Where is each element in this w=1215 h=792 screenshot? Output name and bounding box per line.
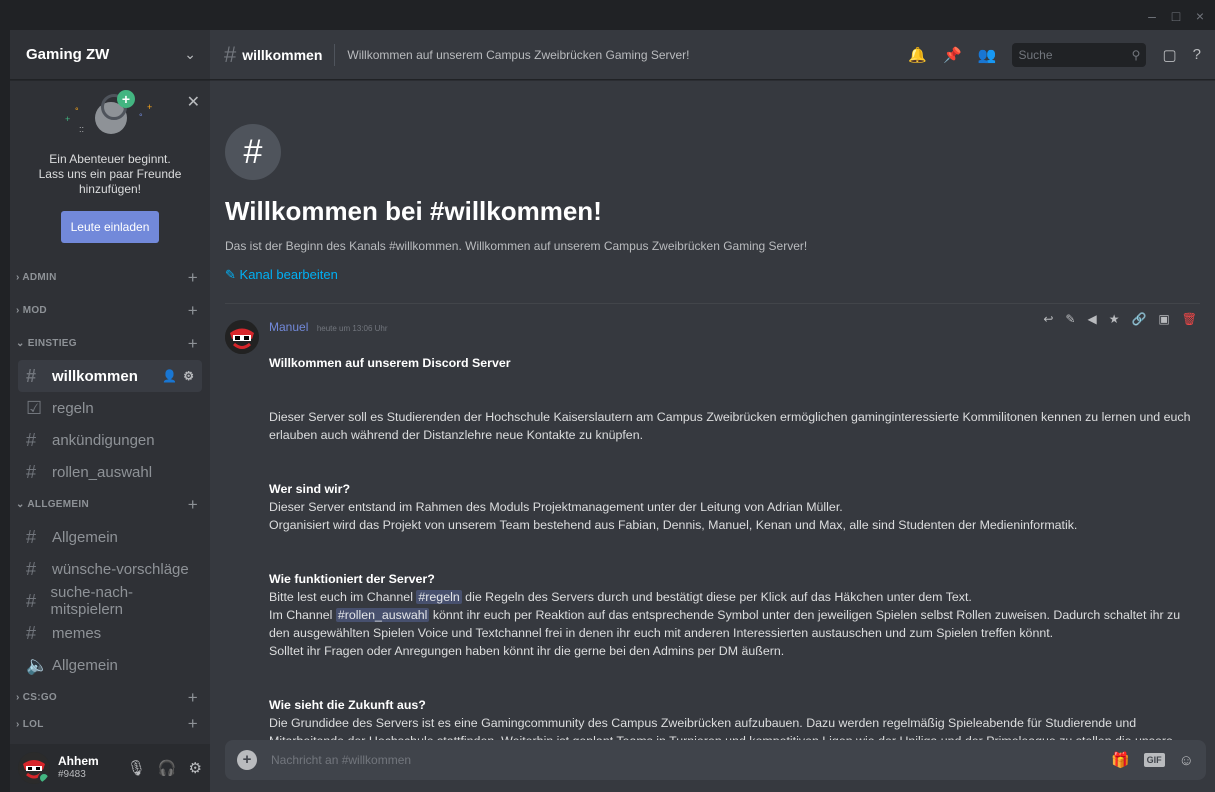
hash-icon: #	[26, 590, 37, 611]
rules-icon: ☑	[26, 397, 43, 418]
channel-willkommen[interactable]: # willkommen 👤 ⚙	[18, 360, 202, 392]
window-controls: – □ ×	[1145, 8, 1207, 24]
edit-icon[interactable]: ✎	[1065, 312, 1075, 326]
hash-icon: #	[224, 41, 237, 67]
username: Ahhem	[58, 754, 99, 768]
invite-illustration: + ° :: ° + +	[65, 90, 153, 134]
microphone-icon[interactable]: 🎙	[127, 759, 146, 777]
welcome-title: Willkommen bei #willkommen!	[225, 196, 602, 226]
user-tag: #9483	[58, 769, 86, 780]
message: ↩ ✎ ◀ ★ 🔗 ▣ 🗑 Manuel heute um 13:06 Uhr …	[210, 308, 1215, 792]
megaphone-icon[interactable]: ◀	[1087, 312, 1096, 326]
invite-user-icon[interactable]: 👤	[162, 369, 177, 383]
headphones-icon[interactable]: 🎧	[158, 759, 177, 777]
channel-title: willkommen	[242, 46, 323, 63]
gift-icon[interactable]: 🎁	[1111, 751, 1130, 769]
edit-channel-link[interactable]: ✎ Kanal bearbeiten	[225, 267, 1215, 283]
channel-sidebar: Gaming ZW ⌄ ✕ + ° :: ° + + Ein Abenteuer…	[10, 30, 210, 792]
category-mod[interactable]: › MOD +	[10, 294, 210, 327]
search-icon: ⚲	[1131, 47, 1141, 62]
trash-icon[interactable]: 🗑	[1182, 312, 1197, 326]
user-panel: Ahhem #9483 🎙 🎧 ⚙	[10, 744, 210, 792]
add-friend-icon: +	[117, 90, 135, 108]
add-channel-icon[interactable]: +	[188, 688, 198, 708]
category-lol[interactable]: › LOL +	[10, 714, 210, 734]
chevron-down-icon: ⌄	[184, 46, 196, 62]
close-icon[interactable]: ✕	[187, 92, 200, 112]
add-channel-icon[interactable]: +	[188, 714, 198, 734]
emoji-icon[interactable]: ☺	[1179, 752, 1194, 769]
add-channel-icon[interactable]: +	[188, 268, 198, 288]
channel-suche-nach-mitspielern[interactable]: # suche-nach-mitspielern	[18, 584, 202, 618]
category-allgemein[interactable]: ⌄ ALLGEMEIN +	[10, 488, 210, 521]
close-window-button[interactable]: ×	[1193, 8, 1207, 24]
members-icon[interactable]: 👥	[978, 46, 997, 64]
message-body: Willkommen auf unserem Discord Server Di…	[269, 356, 1191, 766]
help-icon[interactable]: ?	[1193, 46, 1201, 63]
search-input[interactable]: Suche ⚲	[1012, 42, 1147, 67]
pencil-icon: ✎	[225, 267, 236, 282]
message-timestamp: heute um 13:06 Uhr	[316, 324, 388, 333]
channel-rollen-auswahl[interactable]: # rollen_auswahl	[18, 456, 202, 488]
add-channel-icon[interactable]: +	[188, 495, 198, 515]
message-input[interactable]: Nachricht an #willkommen	[271, 753, 411, 767]
upload-button[interactable]: +	[237, 750, 257, 770]
pin-icon[interactable]: 📌	[943, 46, 962, 64]
category-einstieg[interactable]: ⌄ EINSTIEG +	[10, 327, 210, 360]
message-author[interactable]: Manuel	[269, 320, 308, 334]
message-composer[interactable]: + Nachricht an #willkommen 🎁 GIF ☺	[225, 740, 1206, 780]
avatar[interactable]	[18, 752, 50, 784]
gear-icon[interactable]: ⚙	[183, 369, 194, 383]
channel-hash-icon: #	[225, 124, 281, 180]
server-name: Gaming ZW	[26, 46, 110, 63]
channel-welcome: # Willkommen bei #willkommen! Das ist de…	[210, 80, 1215, 283]
discord-window: – □ × Gaming ZW ⌄ ✕ + ° :: ° + + Ein Abe…	[0, 0, 1215, 792]
channel-header: # willkommen Willkommen auf unserem Camp…	[210, 30, 1215, 80]
channel-allgemein[interactable]: # Allgemein	[18, 521, 202, 553]
category-admin[interactable]: › ADMIN +	[10, 261, 210, 294]
avatar[interactable]	[225, 320, 259, 354]
gif-button[interactable]: GIF	[1143, 753, 1165, 767]
minimize-button[interactable]: –	[1145, 8, 1159, 24]
channel-regeln[interactable]: ☑ regeln	[18, 392, 202, 424]
channel-mention-rollen-auswahl[interactable]: #rollen_auswahl	[335, 608, 430, 622]
message-divider	[225, 303, 1200, 304]
channel-ankuendigungen[interactable]: # ankündigungen	[18, 424, 202, 456]
reply-icon[interactable]: ↩	[1043, 312, 1053, 326]
channel-mention-regeln[interactable]: #regeln	[416, 590, 462, 604]
user-info: Ahhem #9483	[58, 755, 99, 781]
invite-panel: ✕ + ° :: ° + + Ein Abenteuer beginnt. La…	[10, 86, 210, 261]
hash-icon: #	[26, 365, 37, 386]
pin-icon[interactable]: ★	[1109, 312, 1120, 326]
divider	[334, 43, 336, 66]
voice-channel-allgemein[interactable]: 🔈 Allgemein	[18, 649, 202, 681]
invite-people-button[interactable]: Leute einladen	[61, 211, 159, 243]
channel-memes[interactable]: # memes	[18, 617, 202, 649]
hash-icon: #	[26, 429, 37, 450]
add-channel-icon[interactable]: +	[188, 301, 198, 321]
welcome-subtitle: Das ist der Beginn des Kanals #willkomme…	[225, 239, 808, 253]
channel-wuensche-vorschlaege[interactable]: # wünsche-vorschläge	[18, 553, 202, 585]
hash-icon: #	[26, 526, 37, 547]
hash-icon: #	[26, 558, 37, 579]
channel-topic: Willkommen auf unserem Campus Zweibrücke…	[347, 47, 690, 62]
hash-icon: #	[26, 622, 37, 643]
gear-icon[interactable]: ⚙	[189, 759, 202, 777]
link-icon[interactable]: 🔗	[1131, 312, 1146, 326]
server-header[interactable]: Gaming ZW ⌄	[10, 30, 210, 80]
bell-icon[interactable]: 🔔	[908, 46, 927, 64]
chat-area: # willkommen Willkommen auf unserem Camp…	[210, 30, 1215, 792]
speaker-icon: 🔈	[26, 654, 49, 675]
maximize-button[interactable]: □	[1169, 8, 1183, 24]
title-bar: – □ ×	[0, 0, 1215, 30]
hash-icon: #	[26, 461, 37, 482]
add-channel-icon[interactable]: +	[188, 334, 198, 354]
id-icon[interactable]: ▣	[1158, 312, 1169, 326]
message-toolbar: ↩ ✎ ◀ ★ 🔗 ▣ 🗑	[1035, 308, 1205, 330]
invite-text: Ein Abenteuer beginnt. Lass uns ein paar…	[38, 152, 182, 196]
category-csgo[interactable]: › CS:GO +	[10, 681, 210, 714]
inbox-icon[interactable]: ▢	[1162, 46, 1176, 64]
